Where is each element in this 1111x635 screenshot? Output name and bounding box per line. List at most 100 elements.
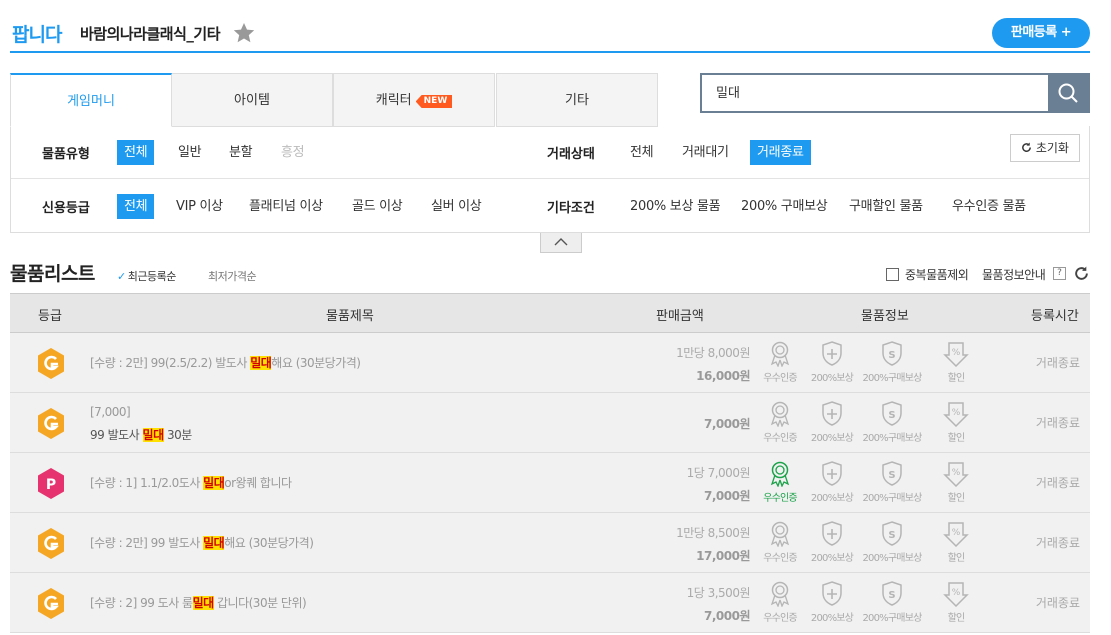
help-icon[interactable]: ? — [1053, 267, 1066, 280]
item-type-label: 물품유형 — [42, 147, 90, 162]
certified-icon — [750, 401, 810, 427]
trade-status: 거래종료 — [1035, 356, 1080, 370]
purchase-200-badge: S 200%구매보상 — [862, 521, 922, 564]
credit-grade-vip[interactable]: VIP 이상 — [169, 194, 230, 219]
search-input[interactable] — [716, 84, 1036, 99]
certified-icon — [750, 341, 810, 367]
sell-register-button[interactable]: 판매등록 + — [992, 18, 1090, 48]
dup-exclude-label[interactable]: 중복물품제외 — [905, 266, 969, 283]
certified-icon — [750, 581, 810, 607]
table-row[interactable]: [수량 : 2만] 99(2.5/2.2) 발도사 밀대해요 (30분당가격) 1… — [10, 333, 1090, 393]
sort-recent[interactable]: ✓ 최근등록순 — [117, 268, 176, 284]
certified-icon — [750, 521, 810, 547]
item-title-line2[interactable]: 99 발도사 밀대 30분 — [90, 426, 192, 443]
reset-button[interactable]: 초기화 — [1010, 134, 1080, 162]
table-row[interactable]: [수량 : 2] 99 도사 룸밀대 갑니다(30분 단위) 1당 3,500원 7… — [10, 573, 1090, 633]
keyword-highlight: 밀대 — [142, 428, 164, 442]
search-button[interactable] — [1048, 75, 1088, 111]
tab-item[interactable]: 아이템 — [171, 73, 333, 127]
tab-character[interactable]: 캐릭터 NEW — [333, 73, 495, 127]
etc-cond-discount[interactable]: 구매할인 물품 — [842, 194, 930, 219]
col-info: 물품정보 — [861, 309, 909, 324]
col-time: 등록시간 — [1031, 309, 1079, 324]
unit-price: 1만당 8,000원 — [676, 346, 750, 360]
reward-200-icon — [802, 341, 862, 367]
grade-platinum-icon: P — [38, 468, 64, 499]
credit-grade-label: 신용등급 — [42, 201, 90, 216]
search-icon — [1058, 83, 1078, 103]
refresh-icon[interactable] — [1074, 266, 1089, 281]
new-badge: NEW — [415, 95, 453, 108]
keyword-highlight: 밀대 — [192, 596, 214, 610]
purchase-200-badge: S 200%구매보상 — [862, 401, 922, 444]
item-type-split[interactable]: 분할 — [222, 140, 259, 165]
item-title[interactable]: [수량 : 2] 99 도사 룸밀대 갑니다(30분 단위) — [90, 594, 307, 611]
favorite-star-icon[interactable] — [232, 21, 256, 45]
keyword-highlight: 밀대 — [203, 476, 225, 490]
item-title-line1[interactable]: [7,000] — [90, 405, 131, 419]
trade-status: 거래종료 — [1035, 416, 1080, 430]
unit-price: 1만당 8,500원 — [676, 526, 750, 540]
sort-lowest-price[interactable]: 최저가격순 — [208, 268, 257, 284]
etc-cond-certified[interactable]: 우수인증 물품 — [945, 194, 1033, 219]
filter-row-1: 물품유형 전체 일반 분할 흥정 거래상태 전체 거래대기 거래종료 초기화 — [11, 126, 1089, 179]
unit-price: 1당 7,000원 — [686, 466, 751, 480]
unit-price: 1당 3,500원 — [686, 586, 751, 600]
filter-panel: 물품유형 전체 일반 분할 흥정 거래상태 전체 거래대기 거래종료 초기화 신… — [10, 126, 1090, 233]
purchase-200-icon: S — [862, 521, 922, 547]
item-table: 등급 물품제목 판매금액 물품정보 등록시간 [수량 : 2만] 99(2.5/… — [10, 293, 1090, 633]
table-row[interactable]: [7,000] 99 발도사 밀대 30분 7,000원 우수인증 200%보상 S… — [10, 393, 1090, 453]
tab-etc[interactable]: 기타 — [496, 73, 658, 127]
purchase-200-icon: S — [862, 461, 922, 487]
reward-200-icon — [802, 521, 862, 547]
trade-status: 거래종료 — [1035, 536, 1080, 550]
credit-grade-silver[interactable]: 실버 이상 — [424, 194, 488, 219]
discount-icon: % — [926, 341, 986, 367]
svg-text:S: S — [888, 530, 895, 541]
reward-200-badge: 200%보상 — [802, 521, 862, 564]
trade-status: 거래종료 — [1035, 596, 1080, 610]
reward-200-icon — [802, 401, 862, 427]
discount-badge: % 할인 — [926, 461, 986, 504]
credit-grade-all[interactable]: 전체 — [117, 194, 155, 219]
trade-status-closed[interactable]: 거래종료 — [750, 140, 811, 165]
item-info-guide[interactable]: 물품정보안내 — [982, 266, 1046, 283]
credit-grade-platinum[interactable]: 플래티넘 이상 — [242, 194, 330, 219]
trade-status-all[interactable]: 전체 — [623, 140, 660, 165]
etc-cond-200-reward[interactable]: 200% 보상 물품 — [623, 194, 727, 219]
reward-200-badge: 200%보상 — [802, 581, 862, 624]
credit-grade-gold[interactable]: 골드 이상 — [345, 194, 409, 219]
svg-text:S: S — [888, 470, 895, 481]
svg-text:S: S — [888, 590, 895, 601]
tab-game-money[interactable]: 게임머니 — [10, 73, 172, 127]
svg-text:S: S — [888, 410, 895, 421]
total-price: 16,000원 — [696, 369, 750, 383]
reward-200-badge: 200%보상 — [802, 341, 862, 384]
reset-icon — [1022, 142, 1031, 152]
purchase-200-icon: S — [862, 341, 922, 367]
grade-gold-icon — [38, 588, 64, 619]
table-row[interactable]: [수량 : 2만] 99 발도사 밀대해요 (30분당가격) 1만당 8,500원… — [10, 513, 1090, 573]
svg-text:P: P — [46, 477, 56, 493]
item-title[interactable]: [수량 : 2만] 99(2.5/2.2) 발도사 밀대해요 (30분당가격) — [90, 354, 361, 371]
reward-200-icon — [802, 461, 862, 487]
item-title[interactable]: [수량 : 2만] 99 발도사 밀대해요 (30분당가격) — [90, 534, 314, 551]
keyword-highlight: 밀대 — [203, 536, 225, 550]
total-price: 17,000원 — [696, 549, 750, 563]
dup-exclude-checkbox[interactable] — [886, 268, 899, 281]
item-type-normal[interactable]: 일반 — [171, 140, 208, 165]
reward-200-icon — [802, 581, 862, 607]
item-title[interactable]: [수량 : 1] 1.1/2.0도사 밀대or왕퀘 합니다 — [90, 474, 292, 491]
discount-icon: % — [926, 581, 986, 607]
certified-badge: 우수인증 — [750, 521, 810, 564]
etc-cond-200-purchase[interactable]: 200% 구매보상 — [734, 194, 834, 219]
trade-status-waiting[interactable]: 거래대기 — [675, 140, 736, 165]
item-type-bargain[interactable]: 흥정 — [274, 140, 311, 165]
col-price: 판매금액 — [656, 309, 704, 324]
item-type-all[interactable]: 전체 — [117, 140, 155, 165]
collapse-filter-button[interactable] — [540, 233, 582, 253]
certified-badge: 우수인증 — [750, 341, 810, 384]
page-header: 팝니다 바람의나라클래식_기타 판매등록 + — [10, 10, 1090, 53]
purchase-200-icon: S — [862, 401, 922, 427]
table-row[interactable]: P [수량 : 1] 1.1/2.0도사 밀대or왕퀘 합니다 1당 7,000원 7… — [10, 453, 1090, 513]
